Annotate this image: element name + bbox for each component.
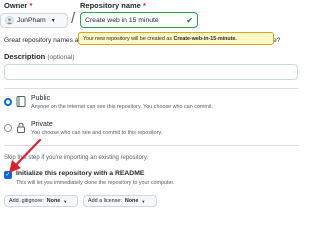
availability-tooltip: Your new repository will be created as C… [78, 32, 274, 45]
owner-required-mark: * [29, 1, 33, 10]
owner-label-text: Owner [4, 1, 28, 10]
chevron-down-icon: ▼ [141, 198, 146, 204]
owner-name: JunPham [17, 17, 46, 24]
owner-label: Owner * [4, 1, 32, 10]
license-prefix: Add a license: [88, 198, 122, 204]
repo-name-label: Repository name * [80, 1, 146, 10]
path-separator: / [71, 10, 76, 27]
lock-icon [17, 122, 25, 133]
public-title: Public [31, 95, 51, 102]
repo-name-label-text: Repository name [80, 1, 141, 10]
repo-name-input[interactable]: Create web in 15 minute ✔ [80, 12, 198, 28]
public-desc: Anyone on the internet can see this repo… [31, 104, 214, 110]
check-icon: ✔ [186, 15, 193, 25]
gitignore-prefix: Add .gitignore: [9, 198, 44, 204]
gitignore-select[interactable]: Add .gitignore: None ▼ [4, 195, 78, 207]
skip-note: Skip this step if you're importing an ex… [4, 155, 149, 161]
avatar [5, 16, 14, 25]
description-label-text: Description [4, 52, 46, 61]
repo-book-icon [16, 96, 26, 107]
readme-checkbox[interactable]: ✓ [4, 171, 12, 179]
private-radio[interactable] [4, 124, 12, 132]
private-desc: You choose who can see and commit to thi… [31, 130, 163, 136]
divider [4, 88, 298, 89]
description-label: Description (optional) [4, 52, 74, 61]
chevron-down-icon: ▼ [63, 198, 68, 204]
description-input[interactable] [4, 64, 298, 80]
license-value: None [124, 198, 139, 204]
description-optional: (optional) [47, 54, 75, 61]
readme-desc: This will let you immediately clone the … [16, 180, 175, 186]
repo-name-value: Create web in 15 minute [85, 16, 159, 24]
gitignore-value: None [46, 198, 61, 204]
divider [4, 145, 298, 146]
availability-hint-prefix: Your new repository will be created as [83, 35, 173, 42]
repo-required-mark: * [142, 1, 146, 10]
intro-text-start: Great repository names a [4, 37, 79, 44]
chevron-down-icon: ▼ [50, 17, 56, 24]
availability-hint-name: Create-web-in-15-minute. [173, 35, 237, 42]
license-select[interactable]: Add a license: None ▼ [83, 195, 157, 207]
readme-label[interactable]: Initialize this repository with a README [16, 170, 144, 177]
private-title: Private [31, 121, 53, 128]
public-radio[interactable] [4, 98, 12, 106]
owner-select[interactable]: JunPham ▼ [0, 13, 68, 28]
